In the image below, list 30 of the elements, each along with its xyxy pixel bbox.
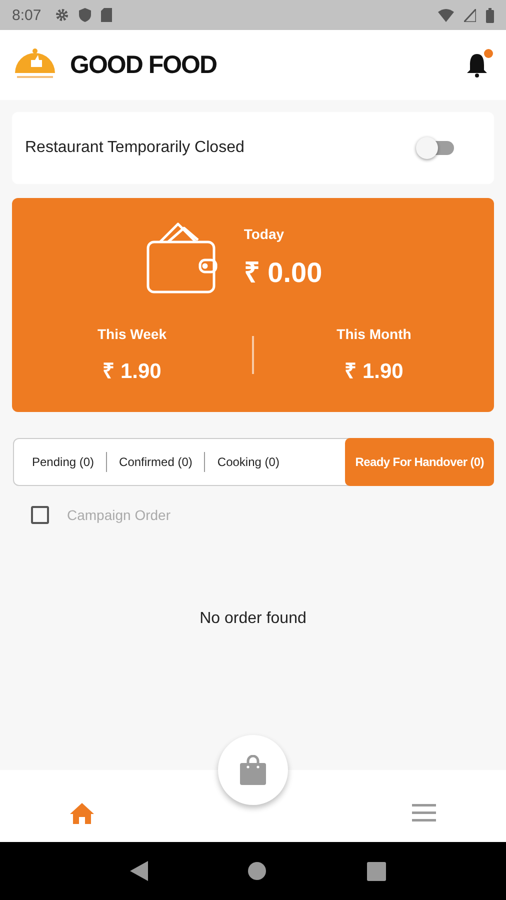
sd-card-icon <box>101 8 112 22</box>
closed-label: Restaurant Temporarily Closed <box>25 139 244 157</box>
status-time: 8:07 <box>12 6 42 24</box>
home-circle-icon[interactable] <box>247 861 268 881</box>
battery-icon <box>486 8 494 22</box>
empty-message: No order found <box>200 610 306 628</box>
logo-icon <box>14 47 56 81</box>
week-amount: ₹ 1.90 <box>102 359 162 384</box>
month-label: This Month <box>336 326 412 342</box>
order-status-tab[interactable]: Pending (0) <box>20 439 106 485</box>
today-amount: ₹ 0.00 <box>244 256 322 290</box>
back-icon[interactable] <box>130 861 148 881</box>
app-title: GOOD FOOD <box>70 50 217 80</box>
order-status-tab[interactable]: Cooking (0) <box>205 439 292 485</box>
orders-button[interactable] <box>218 735 288 805</box>
recents-icon[interactable] <box>367 862 386 880</box>
bell-icon[interactable] <box>466 52 488 78</box>
order-status-tab[interactable]: Confirmed (0) <box>107 439 204 485</box>
shield-icon <box>79 8 92 22</box>
home-icon <box>70 802 94 824</box>
wifi-icon <box>438 8 454 22</box>
month-amount: ₹ 1.90 <box>344 359 404 384</box>
signal-icon <box>464 8 476 22</box>
gear-icon <box>55 8 70 22</box>
shopping-bag-icon <box>240 755 266 785</box>
checkbox[interactable] <box>31 506 49 524</box>
menu-icon <box>412 804 436 822</box>
week-label: This Week <box>98 326 166 342</box>
today-label: Today <box>244 226 286 242</box>
campaign-label: Campaign Order <box>67 507 170 523</box>
